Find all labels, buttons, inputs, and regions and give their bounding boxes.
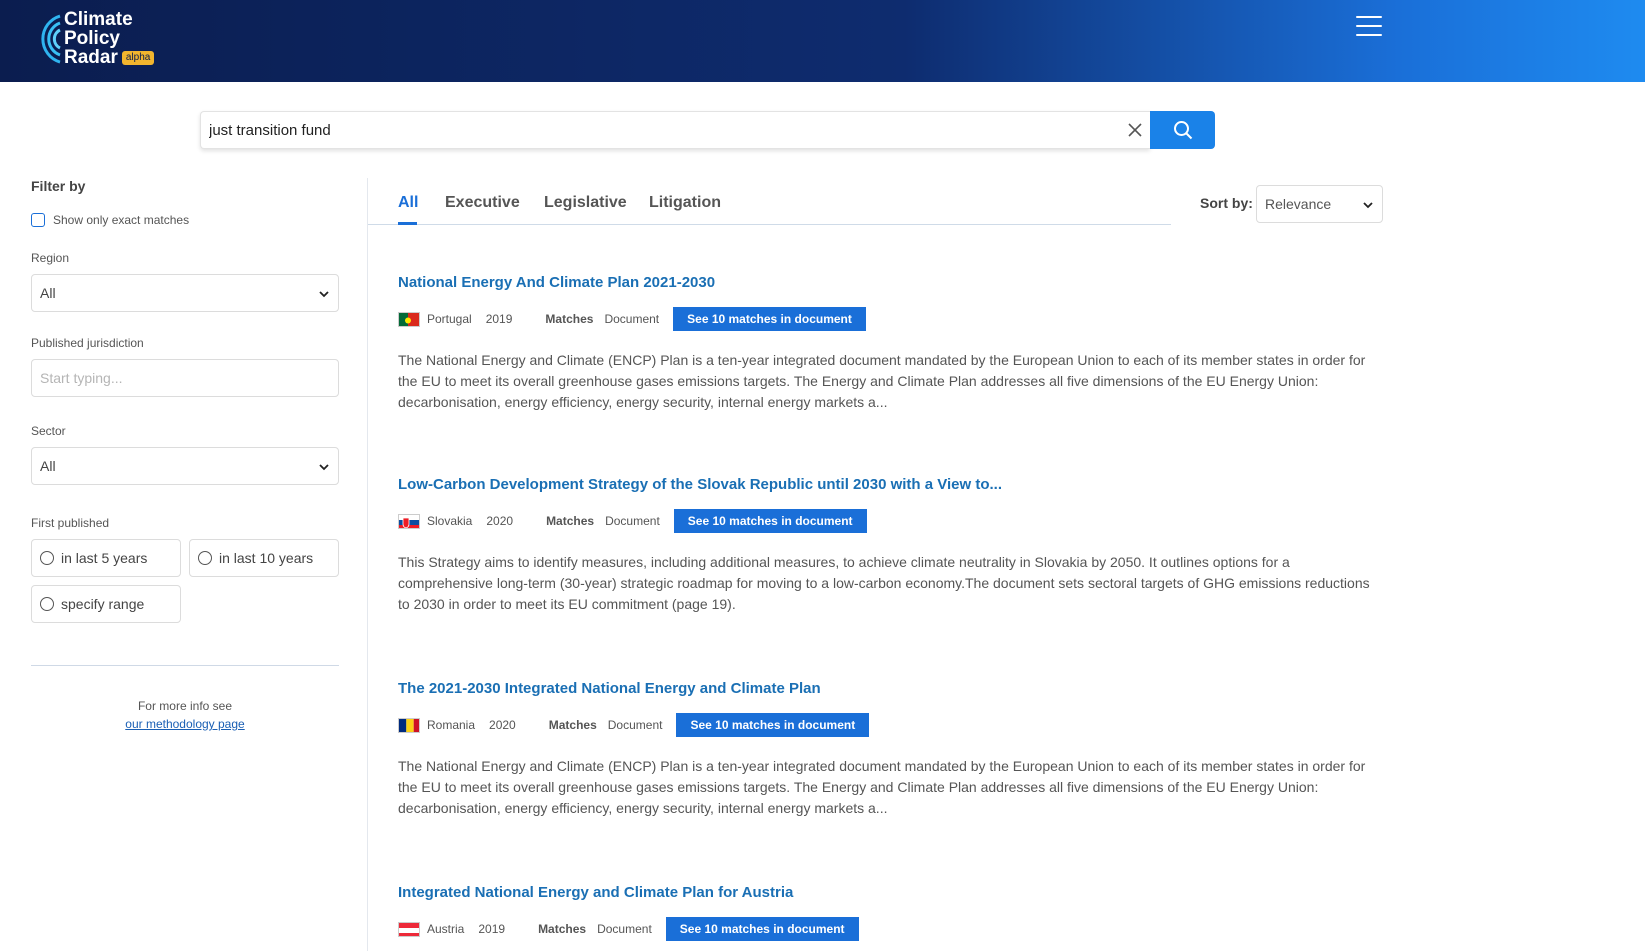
result-item: The 2021-2030 Integrated National Energy… [398,680,1383,816]
romania-flag-icon [398,717,420,733]
hamburger-menu-icon[interactable] [1356,16,1382,36]
result-doc-label: Document [604,312,660,326]
category-tabs: All Executive Legislative Litigation [368,178,1171,225]
radio-button[interactable] [40,551,54,565]
exact-matches-toggle[interactable]: Show only exact matches [31,213,189,227]
sort-select[interactable]: Relevance [1256,185,1383,223]
option-last-5-years[interactable]: in last 5 years [31,539,181,577]
search-input[interactable] [200,111,1150,149]
active-tab-indicator [398,222,417,225]
option-specify-range[interactable]: specify range [31,585,181,623]
result-country: Austria [427,922,465,936]
result-year: 2020 [489,718,516,732]
tab-litigation[interactable]: Litigation [649,194,721,212]
methodology-link[interactable]: our methodology page [125,717,244,731]
logo-line-3: Radar [64,47,118,68]
result-meta: Portugal 2019 Matches Document See 10 ma… [398,307,866,331]
region-select[interactable]: All [31,274,339,312]
search-icon [1173,121,1192,140]
tab-all[interactable]: All [398,194,418,212]
chevron-down-icon [1363,202,1373,209]
chevron-down-icon [319,291,329,298]
exact-matches-label: Show only exact matches [53,213,190,227]
result-title[interactable]: Integrated National Energy and Climate P… [398,884,1383,901]
result-country: Portugal [427,312,472,326]
exact-matches-checkbox[interactable] [31,213,45,227]
filter-title: Filter by [31,178,86,194]
result-description: This Strategy aims to identify measures,… [398,554,1370,612]
result-matches-label: Matches [538,922,587,936]
sidebar-divider [31,665,339,666]
region-label: Region [31,251,70,265]
result-item: Integrated National Energy and Climate P… [398,884,1383,941]
result-matches-label: Matches [545,312,594,326]
result-doc-label: Document [607,718,663,732]
result-meta: Slovakia 2020 Matches Document See 10 ma… [398,509,867,533]
sector-value: All [40,458,56,474]
radio-button[interactable] [40,597,54,611]
result-country: Slovakia [427,514,473,528]
result-item: Low-Carbon Development Strategy of the S… [398,476,1383,612]
tab-executive[interactable]: Executive [445,194,520,212]
slovakia-flag-icon [398,513,420,529]
site-header: Climate Policy Radar alpha [0,0,1645,82]
result-matches-label: Matches [546,514,595,528]
result-matches-label: Matches [548,718,597,732]
jurisdiction-label: Published jurisdiction [31,336,144,350]
logo-line-2: Policy [64,28,120,49]
result-meta: Austria 2019 Matches Document See 10 mat… [398,917,859,941]
option-label: in last 5 years [61,550,148,566]
result-year: 2019 [485,312,513,326]
see-matches-button[interactable]: See 10 matches in document [665,917,859,941]
radio-button[interactable] [198,551,212,565]
result-meta: Romania 2020 Matches Document See 10 mat… [398,713,870,737]
first-published-label: First published [31,516,110,530]
see-matches-button[interactable]: See 10 matches in document [676,713,870,737]
result-year: 2020 [486,514,514,528]
result-title[interactable]: The 2021-2030 Integrated National Energy… [398,680,1383,697]
sort-value: Relevance [1265,196,1332,212]
see-matches-button[interactable]: See 10 matches in document [673,307,866,331]
more-info-text: For more info see [137,699,233,713]
site-logo[interactable]: Climate Policy Radar alpha [30,10,170,70]
column-divider [367,178,368,951]
sector-select[interactable]: All [31,447,339,485]
option-last-10-years[interactable]: in last 10 years [189,539,339,577]
result-description: The National Energy and Climate (ENCP) P… [398,352,1366,410]
alpha-badge: alpha [121,50,155,65]
result-item: National Energy And Climate Plan 2021-20… [398,274,1383,410]
search-bar [200,111,1215,149]
sector-label: Sector [31,424,66,438]
result-title[interactable]: Low-Carbon Development Strategy of the S… [398,476,1383,493]
option-label: specify range [61,596,145,612]
sort-label: Sort by: [1200,195,1253,211]
result-year: 2019 [478,922,506,936]
radar-logo-icon [41,14,61,64]
close-icon[interactable] [1125,120,1145,140]
austria-flag-icon [398,921,420,937]
jurisdiction-input[interactable] [31,359,339,397]
more-info: For more info see our methodology page [31,697,339,733]
chevron-down-icon [319,464,329,471]
region-value: All [40,285,56,301]
result-country: Romania [427,718,476,732]
search-button[interactable] [1150,111,1215,149]
see-matches-button[interactable]: See 10 matches in document [673,509,867,533]
option-label: in last 10 years [219,550,314,566]
result-doc-label: Document [605,514,660,528]
logo-line-1: Climate [64,9,133,30]
portugal-flag-icon [398,311,420,327]
logo-text: Climate Policy Radar alpha [64,9,155,68]
result-description: The National Energy and Climate (ENCP) P… [398,758,1366,816]
result-title[interactable]: National Energy And Climate Plan 2021-20… [398,274,1383,291]
tab-legislative[interactable]: Legislative [544,194,627,212]
result-doc-label: Document [597,922,652,936]
